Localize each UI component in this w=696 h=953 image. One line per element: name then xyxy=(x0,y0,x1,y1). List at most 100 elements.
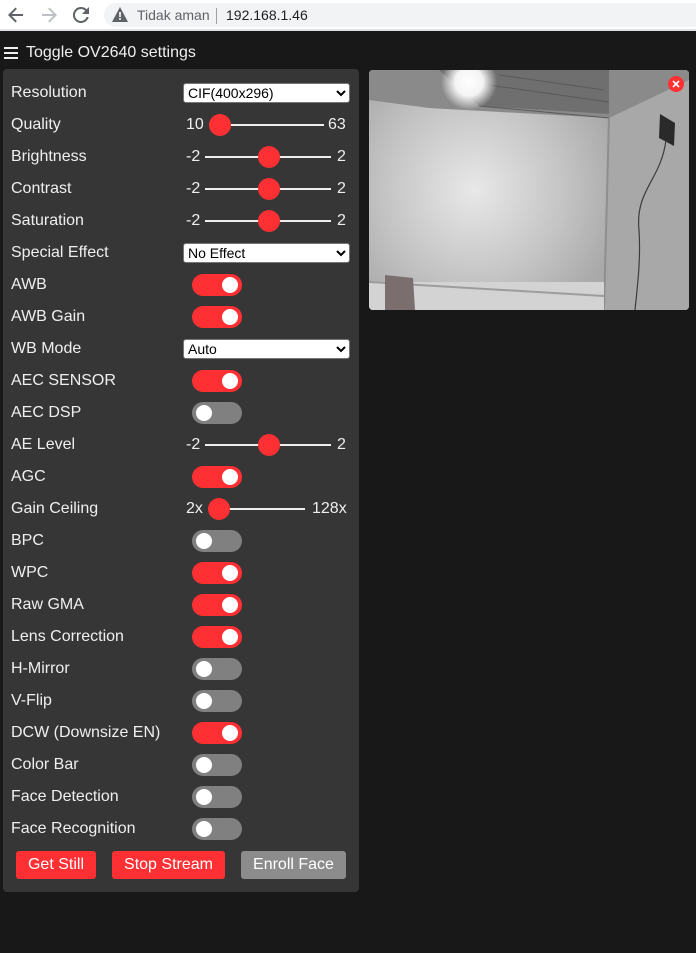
quality-label: Quality xyxy=(11,116,61,133)
brightness-slider-thumb[interactable] xyxy=(258,146,280,168)
wpc-toggle[interactable] xyxy=(192,562,242,584)
lens-correction-row: Lens Correction xyxy=(11,625,351,649)
gain-ceiling-slider[interactable] xyxy=(217,508,305,510)
bpc-label: BPC xyxy=(11,532,44,549)
settings-toggle[interactable]: Toggle OV2640 settings xyxy=(4,43,196,63)
v-flip-toggle-knob xyxy=(196,693,212,709)
quality-slider[interactable] xyxy=(218,124,324,126)
raw-gma-toggle[interactable] xyxy=(192,594,242,616)
awb-gain-toggle[interactable] xyxy=(192,306,242,328)
close-stream-button[interactable] xyxy=(668,76,684,92)
stream-image xyxy=(369,70,689,310)
reload-button[interactable] xyxy=(69,4,93,26)
stop-stream-button[interactable]: Stop Stream xyxy=(112,851,225,879)
quality-max: 63 xyxy=(328,116,346,133)
bpc-row: BPC xyxy=(11,529,351,553)
wb-mode-row: WB Mode Auto xyxy=(11,337,351,361)
resolution-select[interactable]: CIF(400x296) xyxy=(183,83,350,103)
face-detection-label: Face Detection xyxy=(11,788,119,805)
awb-toggle-knob xyxy=(222,277,238,293)
awb-gain-label: AWB Gain xyxy=(11,308,86,325)
wpc-row: WPC xyxy=(11,561,351,585)
ae-level-label: AE Level xyxy=(11,436,76,453)
lens-correction-toggle[interactable] xyxy=(192,626,242,648)
saturation-slider-thumb[interactable] xyxy=(258,210,280,232)
bpc-toggle[interactable] xyxy=(192,530,242,552)
reload-icon xyxy=(73,7,89,23)
special-effect-row: Special Effect No Effect xyxy=(11,241,351,265)
saturation-max: 2 xyxy=(337,212,346,229)
color-bar-label: Color Bar xyxy=(11,756,79,773)
contrast-label: Contrast xyxy=(11,180,72,197)
ae-level-min: -2 xyxy=(186,436,201,453)
forward-button[interactable] xyxy=(37,4,61,26)
dcw-row: DCW (Downsize EN) xyxy=(11,721,351,745)
chevron-down-icon xyxy=(336,90,346,97)
face-detection-toggle-knob xyxy=(196,789,212,805)
settings-toggle-label: Toggle OV2640 settings xyxy=(26,44,196,61)
agc-toggle[interactable] xyxy=(192,466,242,488)
face-detection-row: Face Detection xyxy=(11,785,351,809)
awb-toggle[interactable] xyxy=(192,274,242,296)
face-recognition-label: Face Recognition xyxy=(11,820,136,837)
aec-sensor-toggle-knob xyxy=(222,373,238,389)
wb-mode-select[interactable]: Auto xyxy=(183,339,350,359)
color-bar-toggle[interactable] xyxy=(192,754,242,776)
quality-min: 10 xyxy=(186,116,204,133)
dcw-toggle-knob xyxy=(222,725,238,741)
gain-ceiling-label: Gain Ceiling xyxy=(11,500,99,517)
contrast-row: Contrast -2 2 xyxy=(11,177,351,201)
back-button[interactable] xyxy=(4,4,28,26)
awb-label: AWB xyxy=(11,276,47,293)
raw-gma-toggle-knob xyxy=(222,597,238,613)
wb-mode-label: WB Mode xyxy=(11,340,82,357)
saturation-min: -2 xyxy=(186,212,201,229)
security-status[interactable]: Tidak aman xyxy=(137,7,210,23)
wpc-label: WPC xyxy=(11,564,49,581)
face-recognition-toggle-knob xyxy=(196,821,212,837)
resolution-value: CIF(400x296) xyxy=(188,85,274,101)
awb-gain-toggle-knob xyxy=(222,309,238,325)
contrast-slider-thumb[interactable] xyxy=(258,178,280,200)
close-icon xyxy=(672,80,680,88)
resolution-label: Resolution xyxy=(11,84,87,101)
settings-sidebar: Resolution CIF(400x296) Quality 10 63 Br… xyxy=(3,69,359,892)
camera-stream xyxy=(369,70,689,310)
brightness-label: Brightness xyxy=(11,148,87,165)
chevron-down-icon xyxy=(336,250,346,257)
arrow-right-icon xyxy=(42,7,57,23)
bpc-toggle-knob xyxy=(196,533,212,549)
dcw-toggle[interactable] xyxy=(192,722,242,744)
awb-gain-row: AWB Gain xyxy=(11,305,351,329)
special-effect-select[interactable]: No Effect xyxy=(183,243,350,263)
url-text[interactable]: 192.168.1.46 xyxy=(226,7,308,23)
quality-row: Quality 10 63 xyxy=(11,113,351,137)
color-bar-toggle-knob xyxy=(196,757,212,773)
special-effect-value: No Effect xyxy=(188,245,246,261)
face-recognition-toggle[interactable] xyxy=(192,818,242,840)
address-bar[interactable]: Tidak aman 192.168.1.46 xyxy=(104,3,696,27)
quality-slider-thumb[interactable] xyxy=(209,114,231,136)
v-flip-row: V-Flip xyxy=(11,689,351,713)
resolution-row: Resolution CIF(400x296) xyxy=(11,81,351,105)
h-mirror-toggle-knob xyxy=(196,661,212,677)
v-flip-toggle[interactable] xyxy=(192,690,242,712)
wpc-toggle-knob xyxy=(222,565,238,581)
h-mirror-toggle[interactable] xyxy=(192,658,242,680)
aec-dsp-toggle[interactable] xyxy=(192,402,242,424)
v-flip-label: V-Flip xyxy=(11,692,52,709)
raw-gma-label: Raw GMA xyxy=(11,596,84,613)
enroll-face-button[interactable]: Enroll Face xyxy=(241,851,346,879)
omnibox-divider xyxy=(216,8,217,24)
brightness-max: 2 xyxy=(337,148,346,165)
ae-level-slider-thumb[interactable] xyxy=(258,434,280,456)
agc-row: AGC xyxy=(11,465,351,489)
lens-correction-label: Lens Correction xyxy=(11,628,124,645)
get-still-button[interactable]: Get Still xyxy=(16,851,96,879)
h-mirror-label: H-Mirror xyxy=(11,660,70,677)
aec-sensor-toggle[interactable] xyxy=(192,370,242,392)
gain-ceiling-slider-thumb[interactable] xyxy=(208,498,230,520)
aec-sensor-row: AEC SENSOR xyxy=(11,369,351,393)
gain-ceiling-min: 2x xyxy=(186,500,203,517)
face-detection-toggle[interactable] xyxy=(192,786,242,808)
